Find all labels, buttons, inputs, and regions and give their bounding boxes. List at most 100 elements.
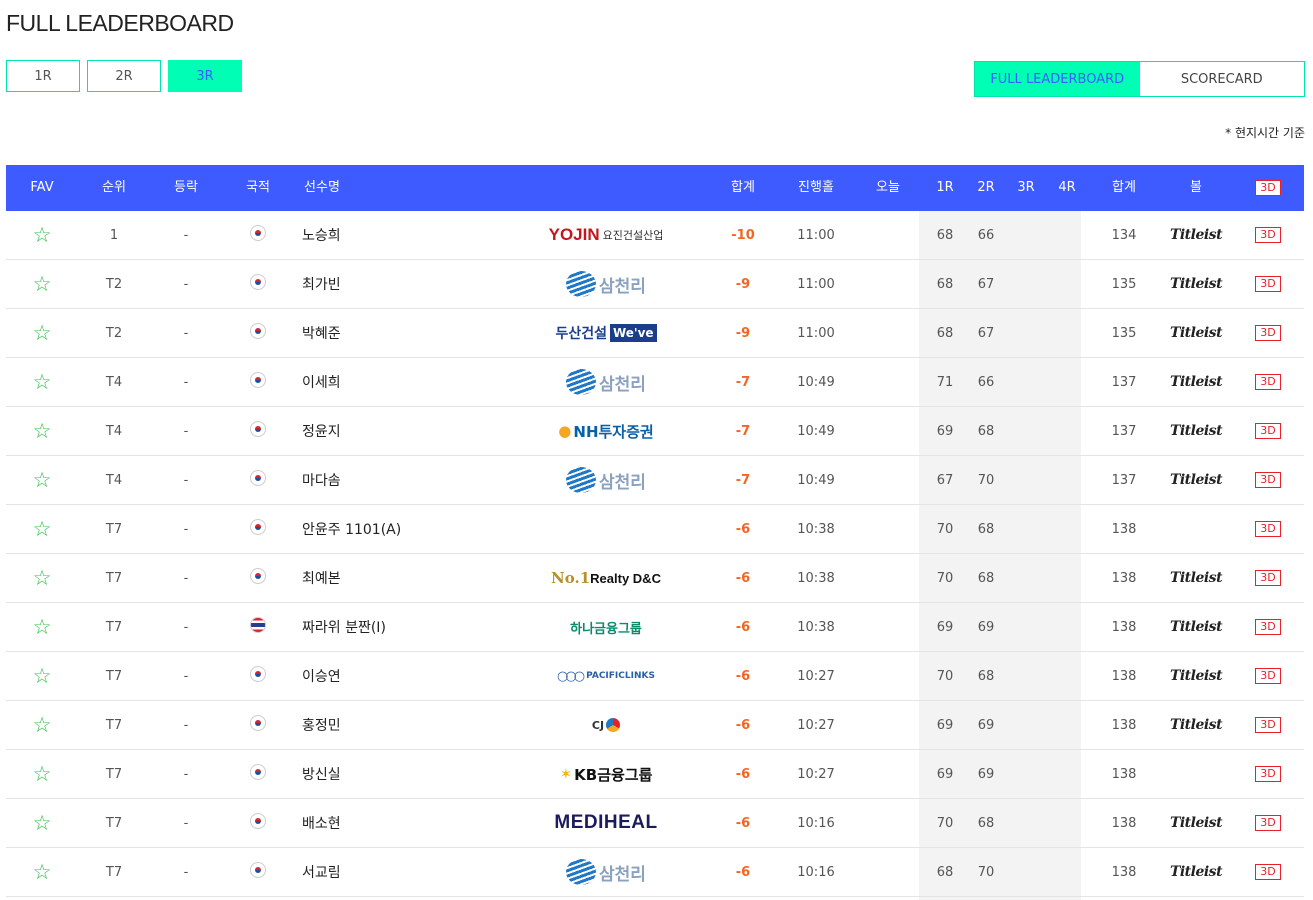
player-name[interactable]: 방신실 — [302, 750, 532, 798]
3d-badge[interactable]: 3D — [1255, 374, 1281, 390]
table-row[interactable]: ☆ T4 - 정윤지 NH투자증권 -7 10:49 69 68 137 Tit… — [6, 407, 1304, 456]
view-3d-button[interactable]: 3D — [1238, 211, 1298, 259]
view-3d-button[interactable]: 3D — [1238, 652, 1298, 700]
tab-round-1[interactable]: 1R — [6, 60, 80, 92]
3d-badge[interactable]: 3D — [1255, 815, 1281, 831]
rank-cell: T7 — [105, 570, 123, 586]
fav-star-button[interactable]: ☆ — [6, 407, 78, 455]
player-name[interactable]: 마다솜 — [302, 456, 532, 504]
fav-star-button[interactable]: ☆ — [6, 309, 78, 357]
3d-badge[interactable]: 3D — [1255, 423, 1281, 439]
3d-badge[interactable]: 3D — [1255, 227, 1281, 243]
col-name: 선수명 — [304, 180, 340, 195]
star-icon[interactable]: ☆ — [33, 224, 52, 246]
fav-star-button[interactable]: ☆ — [6, 750, 78, 798]
3d-badge[interactable]: 3D — [1255, 472, 1281, 488]
view-3d-button[interactable]: 3D — [1238, 358, 1298, 406]
move-cell: - — [183, 374, 189, 390]
view-3d-button[interactable]: 3D — [1238, 407, 1298, 455]
3d-badge[interactable]: 3D — [1255, 276, 1281, 292]
player-name[interactable]: 배소현 — [302, 799, 532, 847]
fav-star-button[interactable]: ☆ — [6, 652, 78, 700]
fav-star-button[interactable]: ☆ — [6, 260, 78, 308]
sponsor-logo: 삼천리 — [566, 859, 646, 885]
table-row[interactable]: ☆ T7 - 배소현 MEDIHEAL -6 10:16 70 68 138 T… — [6, 799, 1304, 848]
star-icon[interactable]: ☆ — [33, 420, 52, 442]
3d-badge[interactable]: 3D — [1255, 717, 1281, 733]
3d-badge[interactable]: 3D — [1255, 864, 1281, 880]
3d-badge[interactable]: 3D — [1255, 325, 1281, 341]
star-icon[interactable]: ☆ — [33, 616, 52, 638]
table-row[interactable]: ☆ T7 - 방신실 KB금융그룹 -6 10:27 69 69 138 3D — [6, 750, 1304, 799]
star-icon[interactable]: ☆ — [33, 665, 52, 687]
3d-badge[interactable]: 3D — [1255, 668, 1281, 684]
view-3d-button[interactable]: 3D — [1238, 309, 1298, 357]
player-name[interactable]: 홍정민 — [302, 701, 532, 749]
tab-round-2[interactable]: 2R — [87, 60, 161, 92]
3d-badge[interactable]: 3D — [1255, 619, 1281, 635]
star-icon[interactable]: ☆ — [33, 469, 52, 491]
view-3d-button[interactable]: 3D — [1238, 603, 1298, 651]
sponsor-logo: 삼천리 — [566, 271, 646, 297]
table-row[interactable]: ☆ T7 - 짜라위 분짠(I) 하나금융그룹 -6 10:38 69 69 1… — [6, 603, 1304, 652]
table-row[interactable]: ☆ T7 - 안윤주 1101(A) -6 10:38 70 68 138 3D — [6, 505, 1304, 554]
fav-star-button[interactable]: ☆ — [6, 799, 78, 847]
table-row[interactable]: ☆ T2 - 박혜준 두산건설 We've -9 11:00 68 67 135 … — [6, 309, 1304, 358]
tab-full-leaderboard[interactable]: FULL LEADERBOARD — [975, 62, 1140, 96]
fav-star-button[interactable]: ☆ — [6, 456, 78, 504]
star-icon[interactable]: ☆ — [33, 567, 52, 589]
view-3d-button[interactable]: 3D — [1238, 799, 1298, 847]
strokes-cell: 138 — [1111, 815, 1137, 831]
star-icon[interactable]: ☆ — [33, 861, 52, 883]
fav-star-button[interactable]: ☆ — [6, 603, 78, 651]
player-name[interactable]: 노승희 — [302, 211, 532, 259]
star-icon[interactable]: ☆ — [33, 714, 52, 736]
nation-cell — [222, 211, 294, 259]
player-name[interactable]: 박혜준 — [302, 309, 532, 357]
total-score: -6 — [735, 766, 751, 782]
star-icon[interactable]: ☆ — [33, 371, 52, 393]
table-row[interactable]: ☆ T2 - 최가빈 삼천리 -9 11:00 68 67 135 Titlei… — [6, 260, 1304, 309]
player-name[interactable]: 최가빈 — [302, 260, 532, 308]
view-3d-button[interactable]: 3D — [1238, 750, 1298, 798]
table-row[interactable]: ☆ T7 - 최예본 No.1 Realty D&C -6 10:38 70 6… — [6, 554, 1304, 603]
table-row[interactable]: ☆ T4 - 이세희 삼천리 -7 10:49 71 66 137 Titlei… — [6, 358, 1304, 407]
progress-cell: 11:00 — [797, 276, 835, 292]
fav-star-button[interactable]: ☆ — [6, 358, 78, 406]
star-icon[interactable]: ☆ — [33, 812, 52, 834]
flag-icon — [250, 372, 266, 388]
view-3d-button[interactable]: 3D — [1238, 456, 1298, 504]
star-icon[interactable]: ☆ — [33, 273, 52, 295]
star-icon[interactable]: ☆ — [33, 322, 52, 344]
table-row[interactable]: ☆ T7 - 이승연 PACIFICLINKS -6 10:27 70 68 1… — [6, 652, 1304, 701]
3d-badge[interactable]: 3D — [1255, 570, 1281, 586]
3d-badge[interactable]: 3D — [1255, 766, 1281, 782]
view-3d-button[interactable]: 3D — [1238, 505, 1298, 553]
table-row[interactable]: ☆ T4 - 마다솜 삼천리 -7 10:49 67 70 137 Titlei… — [6, 456, 1304, 505]
player-name[interactable]: 최예본 — [302, 554, 532, 602]
table-row[interactable]: ☆ T7 - 서교림 삼천리 -6 10:16 68 70 138 Titlei… — [6, 848, 1304, 897]
player-name[interactable]: 서교림 — [302, 848, 532, 896]
player-name[interactable]: 짜라위 분짠(I) — [302, 603, 532, 651]
tab-round-3[interactable]: 3R — [168, 60, 242, 92]
table-row[interactable]: ☆ 1 - 노승희 YOJIN 요진건설산업 -10 11:00 68 66 13… — [6, 211, 1304, 260]
star-icon[interactable]: ☆ — [33, 763, 52, 785]
player-name[interactable]: 안윤주 1101(A) — [302, 505, 532, 553]
view-3d-button[interactable]: 3D — [1238, 701, 1298, 749]
fav-star-button[interactable]: ☆ — [6, 848, 78, 896]
player-name[interactable]: 이승연 — [302, 652, 532, 700]
star-icon[interactable]: ☆ — [33, 518, 52, 540]
fav-star-button[interactable]: ☆ — [6, 554, 78, 602]
player-name[interactable]: 정윤지 — [302, 407, 532, 455]
r1-score: 70 — [936, 570, 954, 586]
view-3d-button[interactable]: 3D — [1238, 260, 1298, 308]
table-row[interactable]: ☆ T7 - 홍정민 CJ -6 10:27 69 69 138 Titleis… — [6, 701, 1304, 750]
tab-scorecard[interactable]: SCORECARD — [1140, 62, 1305, 96]
3d-badge[interactable]: 3D — [1255, 521, 1281, 537]
player-name[interactable]: 이세희 — [302, 358, 532, 406]
view-3d-button[interactable]: 3D — [1238, 848, 1298, 896]
fav-star-button[interactable]: ☆ — [6, 211, 78, 259]
fav-star-button[interactable]: ☆ — [6, 505, 78, 553]
view-3d-button[interactable]: 3D — [1238, 554, 1298, 602]
fav-star-button[interactable]: ☆ — [6, 701, 78, 749]
